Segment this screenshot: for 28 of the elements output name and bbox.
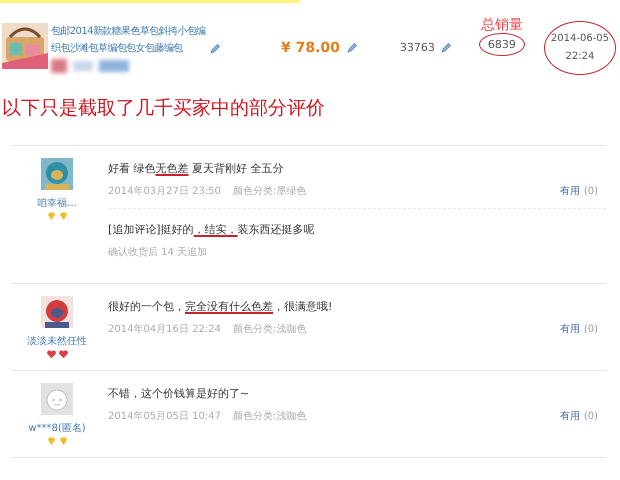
color-variant: 颜色分类:浅咖色 bbox=[232, 322, 306, 336]
stock-count: 33763 bbox=[400, 41, 435, 54]
helpful-button[interactable]: 有用 (0) bbox=[560, 184, 598, 198]
listing-date: 2014-06-05 22:24 bbox=[544, 21, 616, 75]
price: ¥ 78.00 bbox=[281, 40, 340, 56]
heading: 以下只是截取了几千买家中的部分评价 bbox=[2, 96, 325, 121]
helpful-button[interactable]: 有用 (0) bbox=[560, 409, 598, 423]
color-variant: 颜色分类:浅咖色 bbox=[232, 410, 306, 423]
user-name[interactable]: 淡淡未然任性 bbox=[27, 334, 87, 348]
followup-text: [追加评论]挺好的，结实，装东西还挺多呢 bbox=[108, 222, 315, 238]
pencil-icon[interactable] bbox=[440, 42, 452, 54]
sales-count: 6839 bbox=[478, 33, 525, 56]
review-text: 好看 绿色无色差 夏天背刚好 全五分 bbox=[108, 161, 284, 177]
review-date: 2014年05月05日 10:47 bbox=[108, 410, 221, 423]
annotation-label: 总销量 bbox=[480, 17, 523, 33]
review-date: 2014年03月27日 23:50 bbox=[108, 185, 221, 198]
helpful-button[interactable]: 有用 (0) bbox=[560, 322, 598, 336]
user-name[interactable]: w***8(匿名) bbox=[28, 421, 86, 435]
review-text: 不错，这个价钱算是好的了~ bbox=[108, 386, 250, 402]
user-name[interactable]: 咱幸福... bbox=[37, 196, 77, 210]
color-variant: 颜色分类:墨绿色 bbox=[232, 184, 306, 198]
product-title[interactable]: 包邮2014新款糖果色草包斜挎小包编织包沙滩包草编包包女包藤编包 bbox=[51, 23, 211, 57]
pencil-icon[interactable] bbox=[346, 42, 358, 54]
review-text: 很好的一个包，完全没有什么色差，很满意哦! bbox=[108, 299, 332, 315]
default-avatar-icon[interactable] bbox=[41, 383, 73, 415]
followup-note: 确认收货后 14 天追加 bbox=[108, 246, 208, 259]
review-date: 2014年04月16日 22:24 bbox=[108, 323, 221, 336]
pencil-icon[interactable] bbox=[209, 43, 221, 55]
